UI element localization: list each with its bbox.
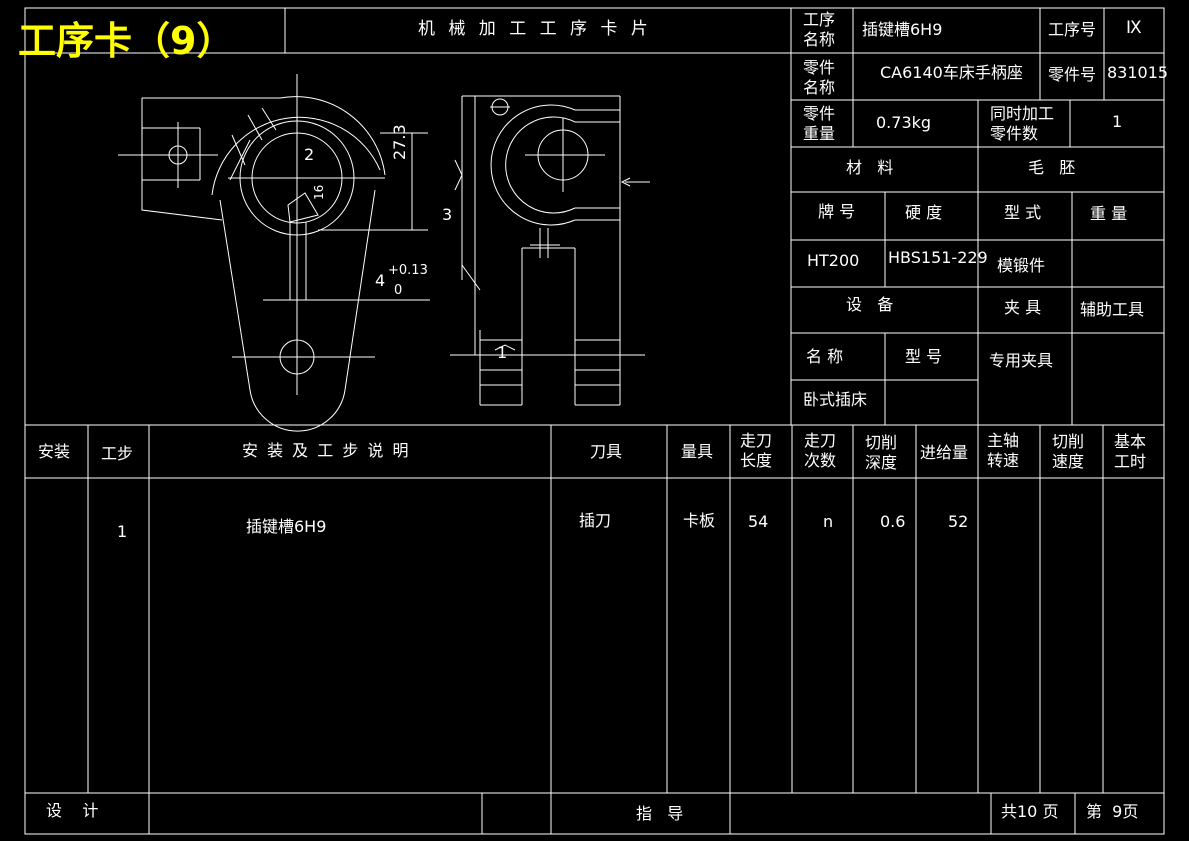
dim-tol-lower: 0 — [394, 283, 403, 298]
header-travel-len: 走刀 长度 — [740, 431, 773, 470]
row-depth: 0.6 — [880, 512, 906, 531]
part-no-label: 零件号 — [1048, 65, 1097, 84]
simul-label: 同时加工 零件数 — [990, 104, 1055, 143]
op-no-label: 工序号 — [1048, 20, 1097, 39]
part-no: 831015 — [1107, 63, 1169, 82]
row-step: 1 — [117, 522, 128, 541]
op-no: Ⅸ — [1126, 18, 1142, 38]
part-name: CA6140车床手柄座 — [880, 63, 1023, 82]
grade-value: HT200 — [807, 251, 860, 270]
part-weight: 0.73kg — [876, 113, 932, 132]
weight-label: 重 量 — [1090, 204, 1128, 223]
row-travel-len: 54 — [748, 512, 769, 531]
row-desc: 插键槽6H9 — [246, 517, 327, 536]
row-passes: n — [823, 512, 834, 531]
footer-design: 设 计 — [46, 801, 99, 820]
op-name-label: 工序 名称 — [803, 10, 836, 49]
footer-page: 第 9页 — [1086, 802, 1139, 821]
eq-model-label: 型 号 — [905, 347, 943, 366]
part-weight-label: 零件 重量 — [803, 104, 836, 143]
eq-name-label: 名 称 — [806, 347, 844, 366]
row-gauge: 卡板 — [683, 511, 716, 530]
dim-tol-upper: +0.13 — [388, 263, 428, 278]
dim-4: 4 — [375, 271, 386, 290]
header-spindle: 主轴 转速 — [987, 431, 1020, 470]
equipment-label: 设 备 — [846, 295, 894, 314]
dim-16: 16 — [312, 184, 326, 200]
header-speed: 切削 速度 — [1052, 432, 1085, 471]
hardness-value: HBS151-229 — [888, 248, 988, 267]
simul-count: 1 — [1112, 112, 1123, 131]
drawing-label-3: 3 — [442, 205, 453, 224]
blank-label: 毛 胚 — [1028, 158, 1076, 177]
footer-guide: 指 导 — [636, 804, 684, 823]
header-time: 基本 工时 — [1114, 432, 1147, 471]
header-passes: 走刀 次数 — [804, 431, 837, 470]
header-desc: 安 装 及 工 步 说 明 — [242, 441, 411, 460]
aux-tool-label: 辅助工具 — [1080, 300, 1145, 319]
row-tool: 插刀 — [579, 511, 612, 530]
header-gauge: 量具 — [681, 442, 714, 461]
equipment-value: 卧式插床 — [803, 390, 868, 409]
header-depth: 切削 深度 — [865, 433, 898, 472]
header-install: 安装 — [38, 442, 71, 461]
header-step: 工步 — [101, 444, 134, 463]
fixture-label: 夹 具 — [1004, 298, 1042, 317]
blank-type-value: 模锻件 — [997, 256, 1046, 275]
row-feed: 52 — [948, 512, 969, 531]
dim-27-3: 27.3 — [390, 124, 409, 160]
drawing-label-2: 2 — [304, 145, 315, 164]
card-name: 机 械 加 工 工 序 卡 片 — [418, 19, 652, 39]
type-label: 型 式 — [1004, 203, 1042, 222]
grade-label: 牌 号 — [818, 202, 856, 221]
part-name-label: 零件 名称 — [803, 58, 836, 97]
hardness-label: 硬 度 — [905, 203, 943, 222]
page-title: 工序卡（9） — [18, 19, 235, 63]
op-name: 插键槽6H9 — [862, 20, 943, 39]
drawing-label-1: 1 — [497, 343, 508, 362]
footer-total: 共10 页 — [1001, 802, 1059, 821]
header-tool: 刀具 — [590, 442, 623, 461]
material-label: 材 料 — [846, 158, 894, 177]
header-feed: 进给量 — [920, 443, 969, 462]
fixture-value: 专用夹具 — [989, 351, 1054, 370]
